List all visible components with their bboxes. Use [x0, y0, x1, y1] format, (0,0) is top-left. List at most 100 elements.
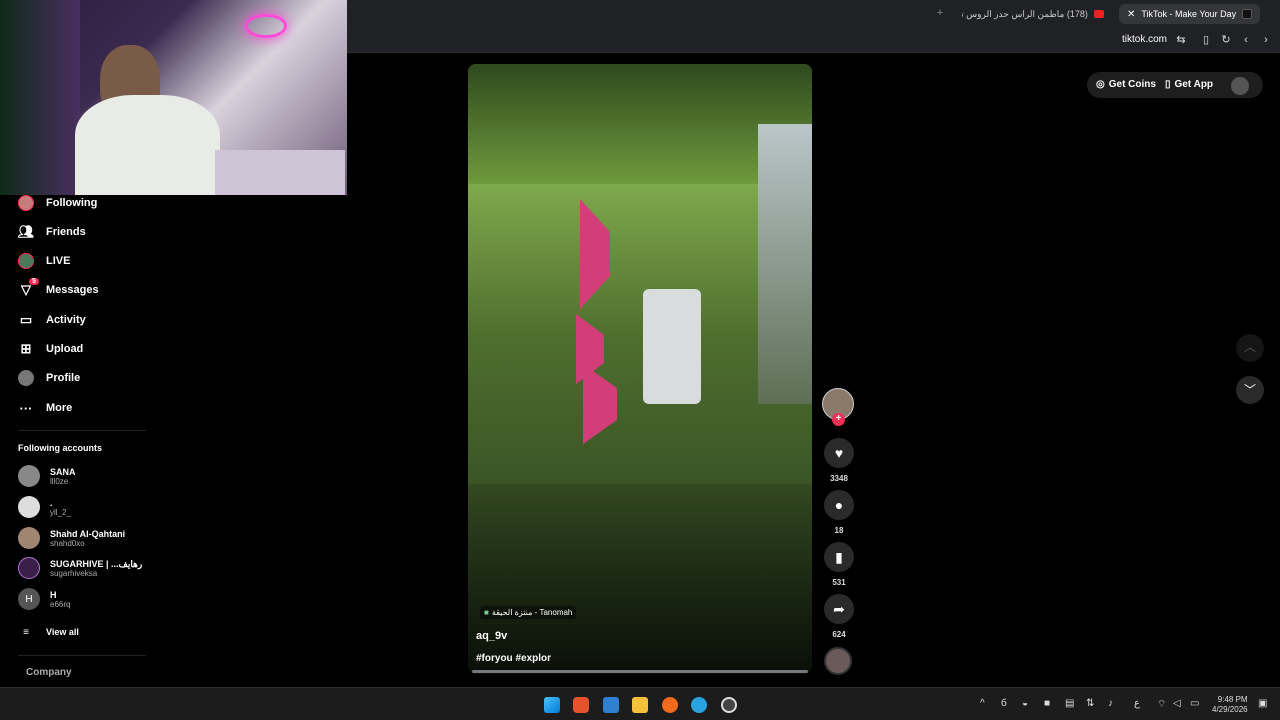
close-icon[interactable]: ✕ — [1127, 9, 1135, 20]
more-dots-icon: ··· — [19, 400, 33, 416]
activity-icon: ▭ — [19, 312, 33, 327]
messages-icon: ▽ 5 — [18, 278, 39, 298]
sidebar-item-upload[interactable]: ⊞ Upload — [18, 341, 84, 357]
tray-app-icon[interactable]: ■ — [1044, 698, 1050, 709]
following-accounts-heading: Following accounts — [18, 443, 103, 453]
sidebar-item-profile[interactable]: Profile — [18, 370, 80, 386]
windows-start-icon[interactable] — [544, 697, 560, 713]
divider — [18, 430, 146, 431]
sidebar-item-friends[interactable]: 👥︎ Friends — [18, 224, 86, 240]
sidebar-item-label: LIVE — [46, 255, 71, 267]
account-item[interactable]: SUGARHIVE | ...رهايف sugarhiveksa — [18, 557, 142, 579]
app-icon[interactable] — [662, 697, 678, 713]
bookmark-icon[interactable]: ▯ — [1200, 34, 1212, 46]
clock-date: 4/29/2026 — [1212, 705, 1248, 714]
share-icon[interactable]: ➦ — [824, 594, 854, 624]
tray-app-icon[interactable]: ⇅ — [1086, 698, 1094, 709]
tray-app-icon[interactable]: б — [1001, 698, 1007, 709]
video-player[interactable]: ■ منتزة الحيقة - Tanomah aq_9v #foryou #… — [468, 64, 812, 674]
account-item[interactable]: Shahd Al-Qahtani shahd0xo — [18, 527, 125, 549]
account-item[interactable]: SANA lll0ze — [18, 465, 76, 487]
sidebar-item-label: Activity — [46, 314, 86, 326]
video-shade — [468, 484, 812, 674]
get-app-button[interactable]: ▯ Get App — [1165, 79, 1213, 90]
bookmark-icon[interactable]: ▮ — [824, 542, 854, 572]
sidebar-item-label: More — [46, 402, 73, 414]
sidebar-item-live[interactable]: LIVE — [18, 253, 70, 269]
sky-patch — [758, 124, 812, 404]
site-settings-icon[interactable]: ⇆ — [1175, 34, 1187, 46]
neon-planet-decor — [245, 14, 287, 38]
speaker-icon[interactable]: ◁ — [1173, 698, 1181, 709]
location-icon: ■ — [484, 608, 489, 617]
location-tag[interactable]: ■ منتزة الحيقة - Tanomah — [480, 606, 577, 619]
notification-icon[interactable]: ▣ — [1258, 698, 1267, 709]
steam-icon[interactable] — [721, 697, 737, 713]
sidebar-item-messages[interactable]: ▽ 5 Messages — [18, 278, 99, 298]
view-all-link[interactable]: ≡ View all — [18, 624, 79, 640]
share-action: ➦ 624 — [822, 594, 856, 639]
webcam-overlay — [0, 0, 347, 195]
comment-icon[interactable]: ● — [824, 490, 854, 520]
new-tab-plus-icon[interactable]: + — [934, 7, 946, 19]
user-avatar[interactable] — [1231, 77, 1249, 95]
avatar — [18, 496, 40, 518]
reload-icon[interactable]: ↻ — [1220, 34, 1232, 46]
divider — [18, 655, 146, 656]
sidebar-item-following[interactable]: Following — [18, 195, 97, 211]
progress-bar[interactable] — [472, 670, 808, 673]
avatar: H — [18, 588, 40, 610]
sidebar-item-label: Friends — [46, 226, 86, 238]
battery-icon[interactable]: ▭ — [1190, 698, 1199, 709]
profile-avatar-icon — [18, 370, 34, 386]
account-name: SANA — [50, 466, 76, 477]
get-coins-label: Get Coins — [1108, 79, 1156, 90]
account-item[interactable]: . yll_2_ — [18, 496, 71, 518]
youtube-icon — [1093, 10, 1104, 18]
company-link[interactable]: Company — [26, 667, 72, 678]
follow-plus-button[interactable]: + — [832, 413, 845, 426]
save-count: 531 — [832, 578, 846, 587]
music-disc-avatar[interactable] — [824, 647, 852, 675]
sidebar-item-more[interactable]: ··· More — [18, 400, 73, 416]
tab-youtube[interactable]: (178) ماطمن الراس حدر الروس ترعل . — [954, 4, 1112, 24]
tray-app-icon[interactable]: ◒ — [1022, 698, 1028, 709]
tab-tiktok[interactable]: ✕ TikTok - Make Your Day — [1119, 4, 1260, 24]
heart-icon[interactable]: ♥ — [824, 438, 854, 468]
comment-count: 18 — [834, 526, 844, 535]
avatar — [18, 557, 40, 579]
back-icon[interactable]: ‹ — [1240, 34, 1252, 46]
brave-browser-icon[interactable] — [573, 697, 589, 713]
forward-icon[interactable]: › — [1260, 34, 1272, 46]
video-author[interactable]: aq_9v — [476, 630, 507, 642]
clock[interactable]: 9:48 PM 4/29/2026 — [1212, 695, 1248, 715]
get-coins-button[interactable]: ◎ Get Coins — [1096, 79, 1156, 90]
tent — [583, 364, 617, 444]
file-explorer-icon[interactable] — [632, 697, 648, 713]
url-text[interactable]: tiktok.com — [1122, 34, 1167, 45]
sidebar-item-label: Upload — [46, 343, 84, 355]
phone-icon: ▯ — [1165, 79, 1171, 90]
live-icon — [18, 253, 34, 269]
view-all-label: View all — [46, 627, 79, 637]
chevron-up-icon[interactable]: ^ — [980, 698, 985, 709]
sidebar-item-activity[interactable]: ▭ Activity — [18, 312, 86, 328]
account-name: H — [50, 589, 57, 600]
vscode-icon[interactable] — [603, 697, 619, 713]
input-language[interactable]: ع — [1134, 698, 1140, 709]
chevron-up-icon[interactable]: ︿ — [1236, 334, 1264, 362]
comment-action: ● 18 — [822, 490, 856, 535]
account-item[interactable]: H He66rq — [18, 588, 70, 610]
account-name: Shahd Al-Qahtani — [50, 528, 126, 539]
wifi-icon[interactable]: ⌔ — [1157, 698, 1166, 711]
coin-icon: ◎ — [1096, 79, 1105, 90]
video-hashtags[interactable]: #foryou #explor — [476, 653, 551, 664]
chevron-down-icon[interactable]: ﹀ — [1236, 376, 1264, 404]
microphone-icon[interactable]: ♪ — [1108, 698, 1113, 709]
telegram-icon[interactable] — [691, 697, 707, 713]
tray-app-icon[interactable]: ▤ — [1065, 698, 1074, 709]
account-handle: e66rq — [50, 599, 71, 609]
tent — [580, 199, 610, 309]
account-handle: lll0ze — [50, 476, 69, 486]
sidebar-item-label: Messages — [46, 284, 99, 296]
